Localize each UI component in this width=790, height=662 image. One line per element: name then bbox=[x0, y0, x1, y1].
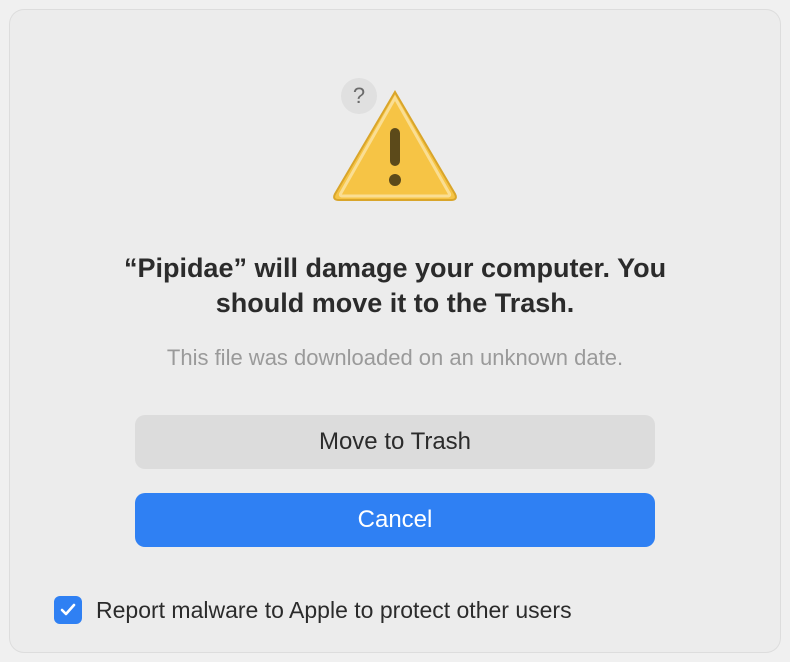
dialog-subtext: This file was downloaded on an unknown d… bbox=[167, 345, 623, 371]
report-malware-checkbox[interactable] bbox=[54, 596, 82, 624]
cancel-button[interactable]: Cancel bbox=[135, 493, 655, 547]
warning-icon bbox=[330, 86, 460, 211]
report-malware-label: Report malware to Apple to protect other… bbox=[96, 597, 572, 624]
warning-dialog: ? “Pipidae” will damage your computer. Y… bbox=[10, 10, 780, 652]
dialog-heading: “Pipidae” will damage your computer. You… bbox=[50, 251, 740, 321]
checkmark-icon bbox=[59, 601, 77, 619]
report-malware-row: Report malware to Apple to protect other… bbox=[54, 596, 572, 624]
button-group: Move to Trash Cancel bbox=[135, 415, 655, 547]
move-to-trash-button[interactable]: Move to Trash bbox=[135, 415, 655, 469]
